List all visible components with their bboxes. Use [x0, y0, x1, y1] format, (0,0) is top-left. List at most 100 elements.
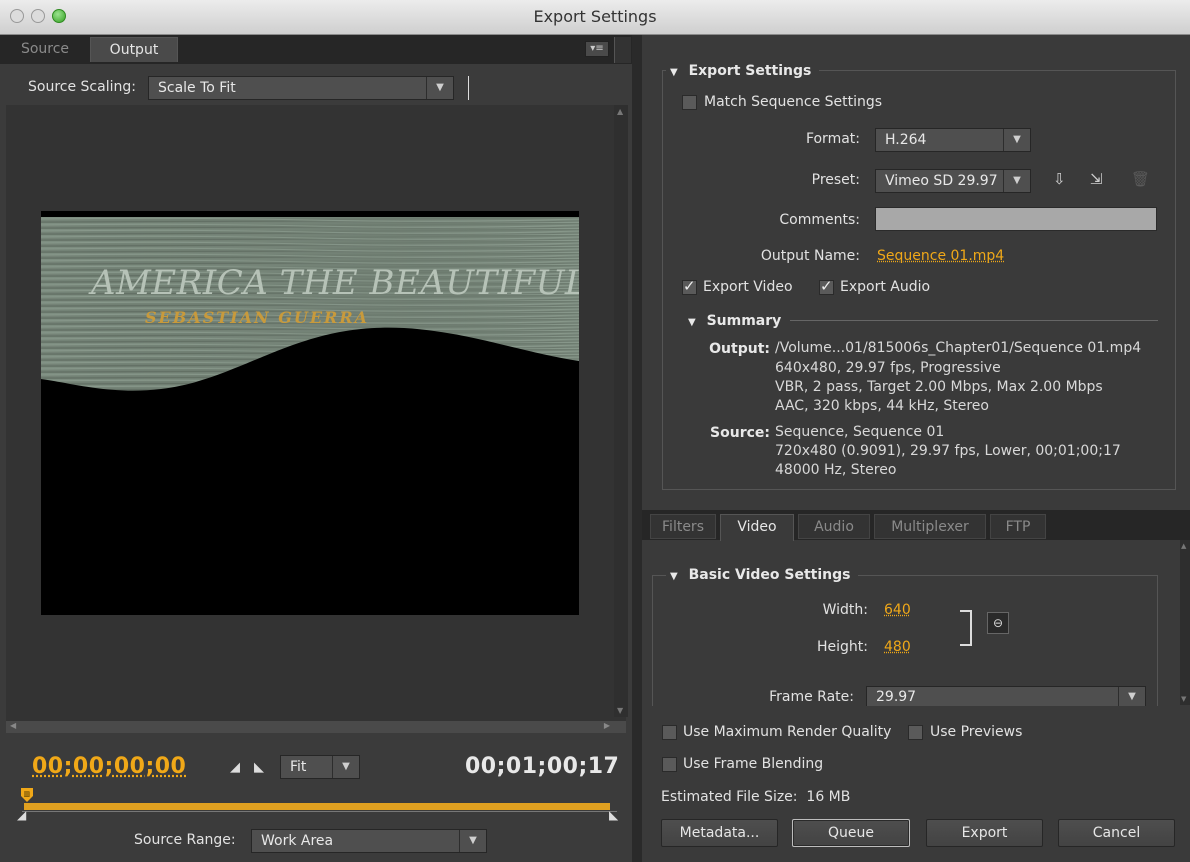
timecode-in[interactable]: 00;00;00;00	[32, 754, 186, 779]
zoom-dropdown[interactable]: Fit ▼	[280, 755, 360, 779]
disclosure-triangle-icon: ▼	[670, 67, 678, 78]
import-preset-icon[interactable]: ⇲	[1090, 170, 1103, 188]
frame-rate-dropdown[interactable]: 29.97 ▼	[866, 686, 1146, 708]
disclosure-triangle-icon: ▼	[688, 317, 696, 328]
use-previews-label: Use Previews	[930, 724, 1023, 740]
estimated-file-size: Estimated File Size: 16 MB	[661, 789, 851, 805]
chevron-down-icon: ▼	[1118, 687, 1145, 707]
width-label: Width:	[822, 602, 868, 618]
frame-blending-checkbox[interactable]	[662, 757, 677, 772]
basic-video-header[interactable]: ▼ Basic Video Settings	[666, 567, 859, 583]
constrain-bracket	[960, 610, 972, 646]
tab-multiplexer[interactable]: Multiplexer	[874, 514, 986, 539]
range-start-handle-icon[interactable]: ◢	[17, 808, 26, 822]
source-range-label: Source Range:	[134, 832, 236, 848]
summary-output-line-1: /Volume...01/815006s_Chapter01/Sequence …	[775, 340, 1142, 356]
link-proportions-icon[interactable]: ⊖	[987, 612, 1009, 634]
disclosure-triangle-icon: ▼	[670, 571, 678, 582]
set-out-point-icon[interactable]: ◣	[254, 760, 264, 775]
tab-source[interactable]: Source	[8, 37, 82, 62]
export-button[interactable]: Export	[926, 819, 1043, 847]
output-name-link[interactable]: Sequence 01.mp4	[877, 248, 1004, 264]
video-subtitle-text: SEBASTIAN GUERRA	[145, 308, 370, 327]
comments-field[interactable]	[875, 207, 1157, 231]
summary-divider	[790, 320, 1158, 321]
title-bar: Export Settings	[0, 0, 1190, 35]
preset-value: Vimeo SD 29.97	[885, 173, 998, 189]
chevron-down-icon: ▼	[459, 830, 486, 852]
chevron-down-icon: ▼	[426, 77, 453, 99]
preview-vertical-scrollbar[interactable]: ▲ ▼	[614, 105, 628, 717]
panel-splitter[interactable]	[632, 35, 642, 862]
comments-label: Comments:	[779, 212, 860, 228]
preview-horizontal-scrollbar[interactable]: ◀ ▶	[6, 721, 626, 733]
format-value: H.264	[885, 132, 927, 148]
playhead-icon[interactable]: ▥	[20, 787, 34, 803]
summary-source-line-1: Sequence, Sequence 01	[775, 424, 945, 440]
source-scaling-label: Source Scaling:	[28, 79, 136, 95]
summary-output-line-3: VBR, 2 pass, Target 2.00 Mbps, Max 2.00 …	[775, 379, 1103, 395]
tab-audio[interactable]: Audio	[798, 514, 870, 539]
preset-dropdown[interactable]: Vimeo SD 29.97 ▼	[875, 169, 1031, 193]
format-dropdown[interactable]: H.264 ▼	[875, 128, 1031, 152]
export-audio-checkbox[interactable]	[819, 277, 834, 295]
summary-source-line-3: 48000 Hz, Stereo	[775, 462, 897, 478]
summary-source-label: Source:	[710, 425, 770, 441]
source-scaling-value: Scale To Fit	[158, 80, 236, 96]
delete-preset-icon[interactable]: 🗑	[1131, 170, 1150, 188]
range-end-handle-icon[interactable]: ◣	[609, 808, 618, 822]
panel-menu-icon[interactable]: ▾≡	[585, 41, 609, 57]
source-range-value: Work Area	[261, 833, 334, 849]
video-preview: AMERICA THE BEAUTIFUL SEBASTIAN GUERRA	[41, 211, 579, 615]
max-render-quality-checkbox[interactable]	[662, 725, 677, 740]
video-title-text: AMERICA THE BEAUTIFUL	[91, 263, 579, 303]
height-label: Height:	[817, 639, 868, 655]
summary-source-line-2: 720x480 (0.9091), 29.97 fps, Lower, 00;0…	[775, 443, 1121, 459]
frame-rate-label: Frame Rate:	[769, 689, 854, 705]
export-video-checkbox[interactable]	[682, 277, 697, 295]
export-settings-header[interactable]: ▼ Export Settings	[666, 63, 820, 79]
source-range-dropdown[interactable]: Work Area ▼	[251, 829, 487, 853]
basic-video-title: Basic Video Settings	[688, 567, 851, 583]
frame-blending-label: Use Frame Blending	[683, 756, 824, 772]
set-in-point-icon[interactable]: ◢	[230, 760, 240, 775]
timecode-out: 00;01;00;17	[465, 754, 620, 779]
timeline-track	[22, 811, 617, 812]
tab-output[interactable]: Output	[90, 37, 178, 62]
export-audio-label: Export Audio	[840, 279, 931, 295]
export-settings-title: Export Settings	[688, 63, 812, 79]
chevron-down-icon: ▼	[1003, 129, 1030, 151]
frame-rate-value: 29.97	[876, 689, 917, 705]
tab-ftp[interactable]: FTP	[990, 514, 1046, 539]
use-previews-checkbox[interactable]	[908, 725, 923, 740]
max-render-quality-label: Use Maximum Render Quality	[683, 724, 892, 740]
summary-header[interactable]: ▼ Summary	[688, 313, 781, 329]
zoom-value: Fit	[290, 759, 307, 775]
source-scaling-dropdown[interactable]: Scale To Fit ▼	[148, 76, 454, 100]
tab-filters[interactable]: Filters	[650, 514, 716, 539]
preset-label: Preset:	[811, 172, 860, 188]
chevron-down-icon: ▼	[1003, 170, 1030, 192]
save-preset-icon[interactable]: ⇩	[1053, 170, 1066, 188]
panel-resize-handle[interactable]	[614, 37, 631, 63]
queue-button[interactable]: Queue	[792, 819, 910, 847]
match-sequence-label: Match Sequence Settings	[704, 94, 883, 110]
height-value[interactable]: 480	[884, 639, 911, 655]
window-title: Export Settings	[533, 7, 657, 26]
export-video-label: Export Video	[703, 279, 793, 295]
chevron-down-icon: ▼	[332, 756, 359, 778]
summary-title: Summary	[706, 313, 782, 329]
tab-video[interactable]: Video	[720, 514, 794, 541]
summary-output-line-2: 640x480, 29.97 fps, Progressive	[775, 360, 1001, 376]
cancel-button[interactable]: Cancel	[1058, 819, 1175, 847]
settings-scrollbar[interactable]: ▲ ▼	[1180, 540, 1190, 705]
width-value[interactable]: 640	[884, 602, 911, 618]
divider	[468, 76, 469, 100]
match-sequence-checkbox[interactable]	[682, 95, 697, 110]
summary-output-line-4: AAC, 320 kbps, 44 kHz, Stereo	[775, 398, 989, 414]
source-range-bar[interactable]	[24, 803, 610, 810]
summary-output-label: Output:	[709, 341, 770, 357]
format-label: Format:	[805, 131, 860, 147]
metadata-button[interactable]: Metadata...	[661, 819, 778, 847]
svg-text:▥: ▥	[24, 790, 31, 798]
